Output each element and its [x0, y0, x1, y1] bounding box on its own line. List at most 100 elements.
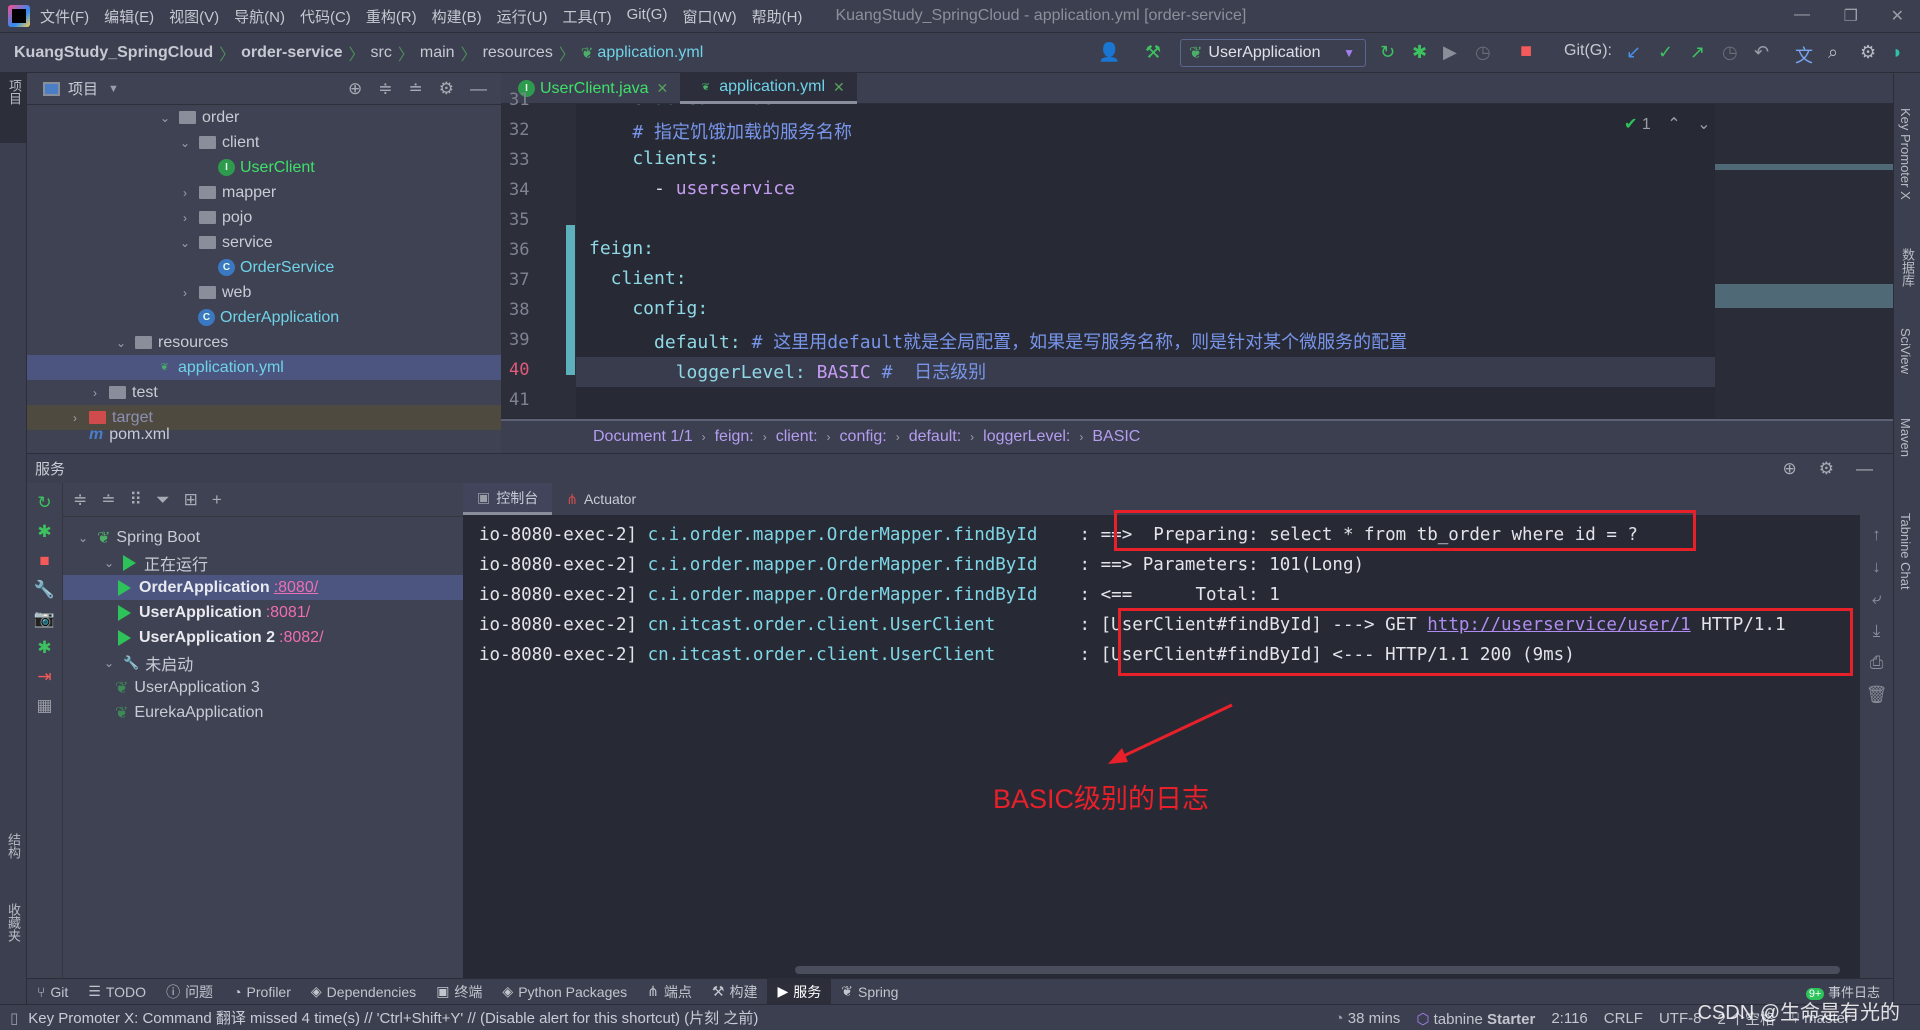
tree-item-resources[interactable]: ⌄ resources	[27, 330, 501, 355]
exit-icon[interactable]: ⇥	[37, 667, 51, 687]
history-icon[interactable]: ◷	[1722, 42, 1738, 63]
path-item[interactable]: BASIC	[1092, 428, 1140, 446]
menu-item[interactable]: 视图(V)	[169, 6, 219, 27]
restore-button[interactable]: ❐	[1844, 6, 1858, 26]
tool-window-1[interactable]: ☰ TODO	[78, 979, 156, 1005]
tool-window-8[interactable]: ⚒ 构建	[702, 979, 768, 1005]
service--[interactable]: ⌄ 正在运行	[63, 550, 463, 575]
chevron-right-icon[interactable]: ›	[177, 286, 193, 300]
tree-item-mapper[interactable]: › mapper	[27, 180, 501, 205]
stop-icon[interactable]: ■	[1520, 40, 1532, 63]
service-userapplication-3[interactable]: ❦ UserApplication 3	[63, 675, 463, 700]
debug-icon[interactable]: ✱	[37, 522, 51, 542]
tool-window-7[interactable]: ⋔ 端点	[637, 979, 702, 1005]
chevron-down-icon[interactable]: ⌄	[75, 531, 91, 545]
build-hammer-icon[interactable]: ⚒	[1145, 42, 1161, 63]
tab-actuator[interactable]: ⋔ Actuator	[552, 483, 650, 515]
maven-tool-button[interactable]: Maven	[1898, 418, 1913, 457]
path-item[interactable]: Document 1/1	[593, 428, 693, 446]
tool-window-9[interactable]: ▶ 服务	[767, 978, 832, 1005]
menu-item[interactable]: 文件(F)	[40, 6, 89, 27]
menu-item[interactable]: 代码(C)	[300, 6, 351, 27]
key-promoter-tool-button[interactable]: Key Promoter X	[1898, 108, 1913, 200]
debug-icon[interactable]: ✱	[1412, 42, 1427, 63]
tree-item-service[interactable]: ⌄ service	[27, 230, 501, 255]
tree-item-userclient[interactable]: I UserClient	[27, 155, 501, 180]
group-by-icon[interactable]: ⠿	[130, 490, 142, 510]
chevron-down-icon[interactable]: ⌄	[177, 236, 193, 250]
hide-panel-icon[interactable]: —	[1856, 459, 1873, 479]
git-update-icon[interactable]: ↙	[1626, 42, 1641, 63]
menu-item[interactable]: 运行(U)	[497, 6, 548, 27]
console-horizontal-scrollbar[interactable]	[795, 966, 1840, 974]
breadcrumb-item[interactable]: main	[420, 44, 455, 62]
filter-icon[interactable]: ⏷	[156, 490, 170, 510]
file-encoding[interactable]: UTF-8	[1659, 1010, 1702, 1027]
breadcrumb-item[interactable]: resources	[483, 44, 553, 62]
git-push-icon[interactable]: ↗	[1690, 42, 1705, 63]
globe-icon[interactable]: ⊕	[1783, 459, 1797, 479]
menu-item[interactable]: 帮助(H)	[752, 6, 803, 27]
clear-icon[interactable]: 🗑	[1866, 685, 1888, 705]
close-tab-icon[interactable]: ✕	[656, 80, 668, 97]
rollback-icon[interactable]: ↶	[1754, 42, 1769, 63]
scroll-up-icon[interactable]: ↑	[1872, 525, 1881, 545]
stop-icon[interactable]: ■	[39, 551, 49, 571]
user-icon[interactable]: 👤	[1098, 42, 1120, 63]
rerun-icon[interactable]: ↻	[37, 493, 51, 513]
status-message[interactable]: Key Promoter X: Command 翻译 missed 4 time…	[28, 1007, 758, 1028]
project-view-selector[interactable]: 项目	[68, 78, 98, 99]
wrench-icon[interactable]: 🔧	[34, 580, 55, 600]
tab-application-yml[interactable]: ❦ application.yml ✕	[680, 73, 857, 104]
search-icon[interactable]: ⌕	[1828, 42, 1838, 63]
run-configuration-dropdown[interactable]: ❦ UserApplication ▼	[1180, 39, 1366, 67]
chevron-down-icon[interactable]: ⌄	[177, 136, 193, 150]
editor[interactable]: I UserClient.java ✕ ❦ application.yml ✕ 31 32 3…	[501, 73, 1893, 453]
service--[interactable]: ⌄ 🔧 未启动	[63, 650, 463, 675]
chevron-right-icon[interactable]: ›	[177, 186, 193, 200]
minimize-button[interactable]: —	[1794, 6, 1810, 24]
service-userapplication-2[interactable]: UserApplication 2:8082/	[63, 625, 463, 650]
collapse-all-icon[interactable]: ≐	[409, 79, 423, 99]
print-icon[interactable]: ⎙	[1870, 653, 1884, 673]
service-orderapplication[interactable]: OrderApplication:8080/	[63, 575, 463, 600]
tree-item-pojo[interactable]: › pojo	[27, 205, 501, 230]
tree-item-client[interactable]: ⌄ client	[27, 130, 501, 155]
gear-icon[interactable]: ⚙	[1860, 42, 1876, 63]
service-eurekaapplication[interactable]: ❦ EurekaApplication	[63, 700, 463, 725]
chevron-down-icon[interactable]: ▼	[108, 83, 119, 95]
inspection-widget[interactable]: ✔ 1 ⌃ ⌄	[1624, 114, 1710, 134]
service-spring-boot[interactable]: ⌄ ❦ Spring Boot	[63, 525, 463, 550]
soft-wrap-icon[interactable]: ⤶	[1872, 589, 1882, 609]
next-highlight-icon[interactable]: ⌄	[1697, 116, 1710, 133]
tool-window-4[interactable]: ◈ Dependencies	[301, 979, 426, 1005]
chevron-down-icon[interactable]: ⌄	[113, 336, 129, 350]
path-item[interactable]: loggerLevel:	[983, 428, 1070, 446]
menu-item[interactable]: 重构(R)	[366, 6, 417, 27]
tab-console[interactable]: ▣ 控制台	[463, 483, 553, 515]
hide-panel-icon[interactable]: —	[470, 79, 487, 99]
service-userapplication[interactable]: UserApplication:8081/	[63, 600, 463, 625]
path-item[interactable]: client:	[776, 428, 818, 446]
previous-highlight-icon[interactable]: ⌃	[1667, 116, 1680, 133]
locate-icon[interactable]: ⊕	[348, 79, 362, 99]
tabnine-icon[interactable]: ◗	[1892, 42, 1903, 63]
breadcrumb-item[interactable]: order-service	[241, 44, 342, 62]
tool-window-2[interactable]: ⓘ 问题	[156, 979, 223, 1005]
line-separator[interactable]: CRLF	[1604, 1010, 1643, 1027]
menu-item[interactable]: 工具(T)	[562, 6, 611, 27]
tree-item-order[interactable]: ⌄ order	[27, 105, 501, 130]
tree-item-pom-xml[interactable]: m pom.xml	[27, 422, 501, 447]
gear-icon[interactable]: ⚙	[439, 79, 454, 99]
service-port-link[interactable]: :8082/	[279, 629, 323, 647]
menu-item[interactable]: 构建(B)	[432, 6, 482, 27]
tree-item-application-yml[interactable]: ❦ application.yml	[27, 355, 501, 380]
camera-icon[interactable]: 📷	[34, 609, 55, 629]
scroll-down-icon[interactable]: ↓	[1872, 557, 1881, 577]
gear-icon[interactable]: ⚙	[1819, 459, 1834, 479]
tool-window-0[interactable]: ⑂ Git	[27, 979, 78, 1005]
path-item[interactable]: feign:	[715, 428, 754, 446]
chevron-down-icon[interactable]: ⌄	[101, 656, 117, 670]
sciview-tool-button[interactable]: SciView	[1898, 328, 1913, 374]
coverage-icon[interactable]: ▶	[1443, 42, 1457, 63]
